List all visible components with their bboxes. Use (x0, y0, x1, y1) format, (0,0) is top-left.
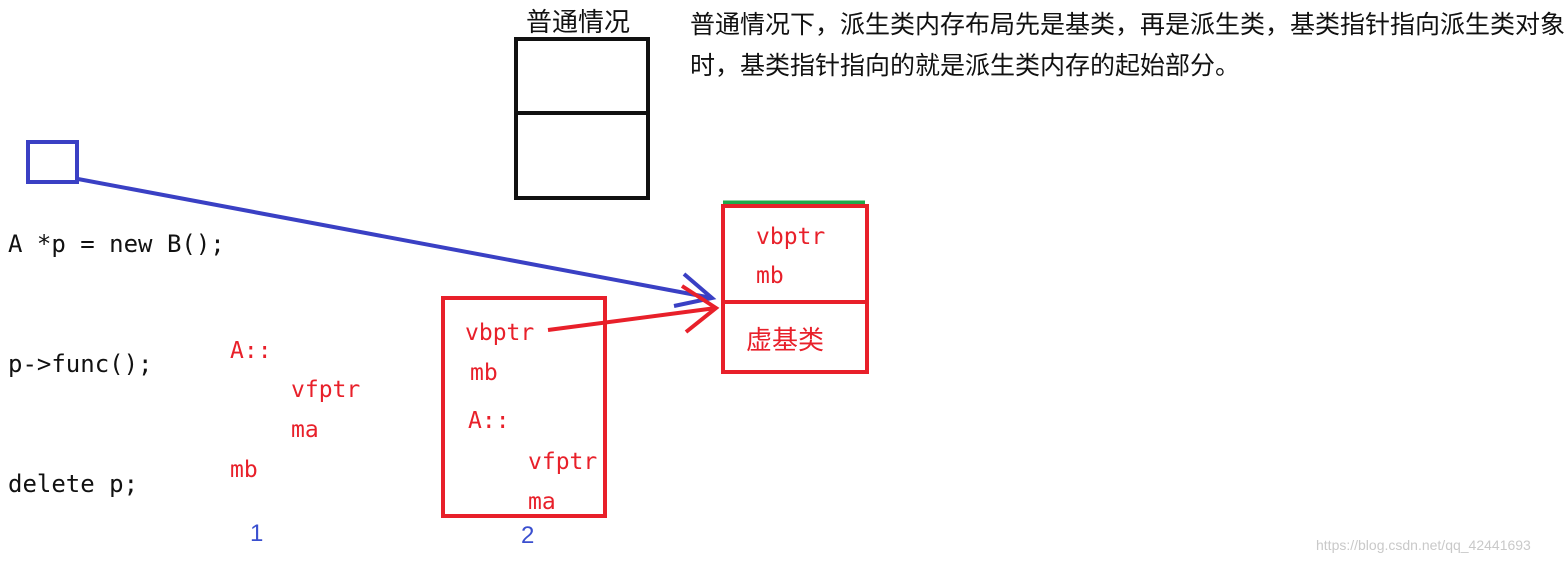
diagram-graphics (26, 37, 869, 518)
layout2-box (441, 296, 607, 518)
normal-case-top-box (514, 37, 650, 115)
layout3-box (721, 204, 869, 374)
normal-case-bottom-box (514, 111, 650, 200)
pointer-highlight-box (26, 140, 79, 184)
